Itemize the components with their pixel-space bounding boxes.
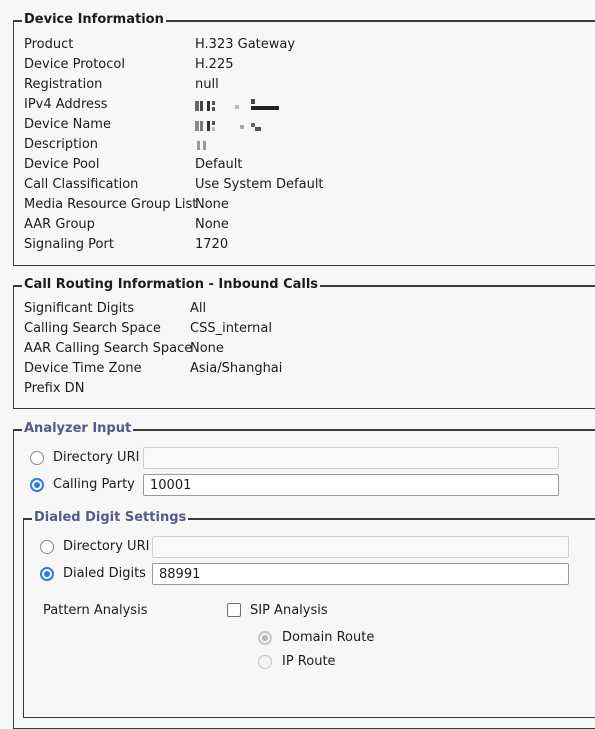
call-routing-label: Significant Digits xyxy=(24,301,135,316)
device-info-label: Product xyxy=(24,37,74,52)
device-info-value: 1720 xyxy=(195,237,229,252)
redacted-value xyxy=(195,117,285,132)
domain-route-radio[interactable] xyxy=(258,631,272,645)
device-information-legend: Device Information xyxy=(22,11,166,29)
call-routing-value: CSS_internal xyxy=(190,321,272,336)
dialed-digit-settings-legend: Dialed Digit Settings xyxy=(32,509,189,527)
fieldset-corner xyxy=(13,20,14,28)
device-info-label: Description xyxy=(24,137,99,152)
device-info-label: IPv4 Address xyxy=(24,97,108,112)
dialed-directory-uri-label[interactable]: Directory URI xyxy=(63,539,149,554)
device-info-value: None xyxy=(195,197,229,212)
device-info-value: None xyxy=(195,217,229,232)
fieldset-corner xyxy=(23,518,24,526)
device-info-value: H.323 Gateway xyxy=(195,37,296,52)
analyzer-calling-party-label[interactable]: Calling Party xyxy=(53,477,135,492)
ip-route-label[interactable]: IP Route xyxy=(282,654,336,669)
dialed-directory-uri-input[interactable] xyxy=(152,536,569,558)
device-info-value: Default xyxy=(195,157,243,172)
call-routing-value: All xyxy=(190,301,207,316)
call-routing-label: Device Time Zone xyxy=(24,361,142,376)
call-routing-label: Calling Search Space xyxy=(24,321,161,336)
redacted-block xyxy=(195,139,285,151)
analyzer-calling-party-radio[interactable] xyxy=(30,478,44,492)
device-info-value: null xyxy=(195,77,219,92)
calling-party-input[interactable] xyxy=(143,474,559,496)
analyzer-directory-uri-input[interactable] xyxy=(143,447,559,469)
analyzer-directory-uri-label[interactable]: Directory URI xyxy=(53,450,139,465)
device-info-label: Registration xyxy=(24,77,103,92)
call-routing-value: Asia/Shanghai xyxy=(190,361,283,376)
call-routing-label: Prefix DN xyxy=(24,381,85,396)
pattern-analysis-label: Pattern Analysis xyxy=(43,603,148,618)
redacted-block xyxy=(195,98,285,111)
dialed-digits-input[interactable] xyxy=(152,563,569,585)
device-info-label: Device Protocol xyxy=(24,57,125,72)
ip-route-radio[interactable] xyxy=(258,655,272,669)
call-routing-label: AAR Calling Search Space xyxy=(24,341,193,356)
device-info-label: Signaling Port xyxy=(24,237,114,252)
device-info-label: Device Name xyxy=(24,117,111,132)
device-info-label: AAR Group xyxy=(24,217,95,232)
redacted-block xyxy=(195,119,285,131)
dialed-digits-label[interactable]: Dialed Digits xyxy=(63,566,146,581)
analyzer-directory-uri-radio[interactable] xyxy=(30,451,44,465)
device-info-label: Call Classification xyxy=(24,177,139,192)
call-routing-value: None xyxy=(190,341,224,356)
redacted-value xyxy=(195,97,285,112)
device-info-label: Device Pool xyxy=(24,157,100,172)
device-info-value: Use System Default xyxy=(195,177,324,192)
device-info-label: Media Resource Group List xyxy=(24,197,198,212)
fieldset-corner xyxy=(13,429,14,437)
dialed-digits-radio[interactable] xyxy=(40,567,54,581)
device-info-value: H.225 xyxy=(195,57,234,72)
dialed-directory-uri-radio[interactable] xyxy=(40,540,54,554)
domain-route-label[interactable]: Domain Route xyxy=(282,630,374,645)
call-routing-legend: Call Routing Information - Inbound Calls xyxy=(22,276,321,294)
redacted-value xyxy=(195,137,285,152)
analyzer-input-legend: Analyzer Input xyxy=(22,420,134,438)
fieldset-corner xyxy=(13,285,14,293)
sip-analysis-label[interactable]: SIP Analysis xyxy=(250,603,328,618)
sip-analysis-checkbox[interactable] xyxy=(227,603,241,617)
